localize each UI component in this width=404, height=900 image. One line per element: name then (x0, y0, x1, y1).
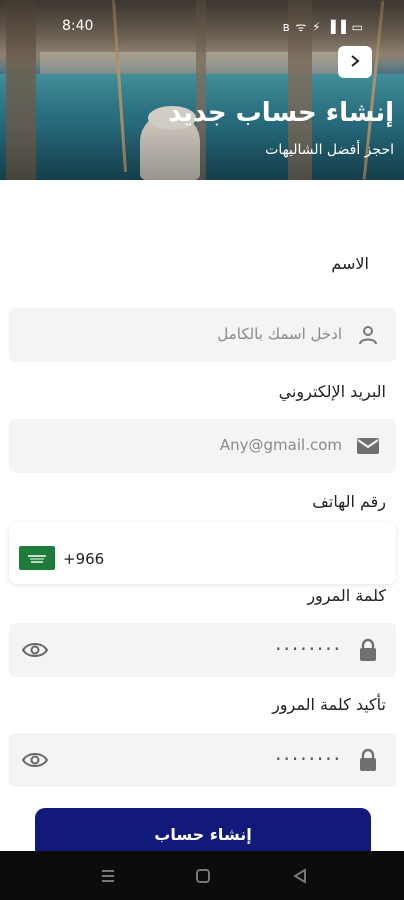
eye-icon[interactable] (21, 746, 49, 774)
person-icon (354, 321, 382, 349)
system-nav-bar (0, 851, 404, 900)
saudi-flag-icon[interactable] (19, 546, 55, 570)
lock-icon (354, 746, 382, 774)
menu-icon[interactable] (96, 865, 120, 887)
phone-label: رقم الهاتف (312, 492, 386, 511)
back-icon[interactable] (288, 865, 312, 887)
lock-icon (354, 636, 382, 664)
email-field[interactable]: Any@gmail.com (9, 419, 396, 473)
email-placeholder: Any@gmail.com (219, 436, 342, 454)
name-field[interactable]: ادخل اسمك بالكامل (9, 308, 396, 362)
name-label: الاسم (331, 254, 369, 273)
mail-icon (354, 432, 382, 460)
back-button[interactable] (338, 46, 372, 78)
confirm-password-field[interactable]: ········ (9, 733, 396, 787)
status-icons: ʙ ᯤ ⚡ ▐▐ ▭ (282, 20, 364, 34)
chevron-right-icon (348, 52, 362, 73)
confirm-password-label: تأكيد كلمة المرور (272, 695, 386, 714)
email-label: البريد الإلكتروني (278, 382, 386, 401)
password-field[interactable]: ········ (9, 623, 396, 677)
page-title: إنشاء حساب جديد (168, 98, 394, 128)
country-code: +966 (63, 550, 105, 568)
confirm-password-value: ········ (275, 747, 342, 771)
eye-icon[interactable] (21, 636, 49, 664)
status-time: 8:40 (62, 18, 94, 34)
page-subtitle: احجز أفضل الشاليهات (265, 142, 394, 158)
password-label: كلمة المرور (307, 586, 386, 605)
home-icon[interactable] (191, 865, 215, 887)
phone-field[interactable]: +966 (9, 522, 396, 584)
name-placeholder: ادخل اسمك بالكامل (217, 325, 342, 343)
password-value: ········ (275, 637, 342, 661)
status-bar: 8:40 ʙ ᯤ ⚡ ▐▐ ▭ (0, 10, 404, 44)
